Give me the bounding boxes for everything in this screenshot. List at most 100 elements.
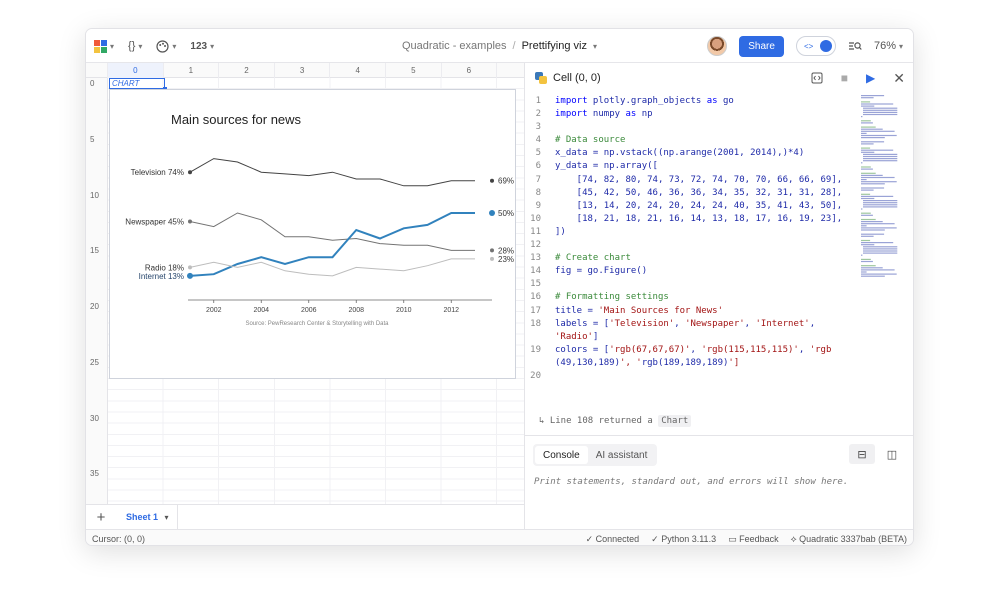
row-header[interactable]: 0: [86, 79, 108, 88]
row-header[interactable]: 15: [86, 246, 108, 255]
column-header[interactable]: 1: [164, 63, 220, 78]
tab-console[interactable]: Console: [535, 446, 588, 464]
code-line[interactable]: 12: [525, 239, 855, 252]
code-text[interactable]: 1 import plotly.graph_objects as go 2 impor…: [525, 95, 855, 383]
sheet-tab-label: Sheet 1: [126, 511, 159, 522]
minimap-line: [861, 141, 885, 143]
spreadsheet-grid[interactable]: 0123456 0 5 10 15 20 25 30 35 CHART Main source…: [86, 63, 524, 504]
code-line[interactable]: 2 import numpy as np: [525, 108, 855, 121]
minimap-line: [861, 267, 883, 269]
code-line[interactable]: 15: [525, 278, 855, 291]
snippets-icon[interactable]: [811, 72, 823, 84]
minimap-line: [861, 128, 883, 130]
chart-output[interactable]: Main sources for news Television 74% 69% N…: [109, 89, 516, 379]
code-minimap[interactable]: [861, 95, 905, 285]
code-line[interactable]: 3: [525, 121, 855, 134]
column-header[interactable]: 2: [219, 63, 275, 78]
column-header[interactable]: 5: [386, 63, 442, 78]
close-icon[interactable]: ✕: [893, 70, 905, 87]
file-path[interactable]: Quadratic - examples: [402, 40, 507, 52]
minimap-line: [861, 239, 871, 242]
feedback-link[interactable]: ▭ Feedback: [728, 530, 779, 545]
formula-menu-button[interactable]: {} ▾: [128, 40, 142, 52]
chevron-down-icon: ▾: [898, 41, 903, 51]
code-line[interactable]: 11]): [525, 226, 855, 239]
stop-icon[interactable]: ■: [841, 71, 848, 85]
row-header[interactable]: 25: [86, 358, 108, 367]
minimap-line: [863, 111, 898, 113]
column-header[interactable]: 3: [275, 63, 331, 78]
palette-icon: [156, 39, 169, 53]
line-number: 5: [535, 148, 541, 159]
code-line[interactable]: 6 y_data = np.array([: [525, 160, 855, 173]
chevron-down-icon[interactable]: ▾: [165, 513, 169, 522]
column-header[interactable]: 6: [442, 63, 498, 78]
row-header[interactable]: 20: [86, 302, 108, 311]
minimap-line: [861, 193, 871, 195]
code-line[interactable]: 7 [74, 82, 80, 74, 73, 72, 74, 70, 70, 6…: [525, 174, 855, 187]
line-number: 14: [530, 266, 541, 277]
code-line[interactable]: 19 colors = ['rgb(67,67,67)', 'rgb(115,11…: [525, 344, 855, 357]
add-sheet-button[interactable]: +: [86, 509, 116, 526]
row-header[interactable]: 30: [86, 414, 108, 423]
feedback-icon: ▭: [728, 534, 737, 544]
row-header[interactable]: 5: [86, 135, 108, 144]
code-line[interactable]: 17 title = 'Main Sources for News': [525, 305, 855, 318]
minimap-line: [861, 132, 867, 134]
format-menu-button[interactable]: ▾: [156, 39, 176, 53]
line-number: 1: [535, 96, 541, 106]
share-button[interactable]: Share: [739, 35, 784, 57]
minimap-line: [861, 126, 876, 128]
code-line[interactable]: 8 [45, 42, 50, 46, 36, 36, 34, 35, 32, 3…: [525, 187, 855, 200]
code-line[interactable]: 14 fig = go.Figure(): [525, 265, 855, 278]
code-line-text: (49,130,189)', 'rgb(189,189,189)']: [555, 357, 740, 368]
sheet-tab[interactable]: Sheet 1 ▾: [118, 504, 178, 530]
code-line[interactable]: 18 labels = ['Television', 'Newspaper', '…: [525, 318, 855, 331]
code-editor-toggle[interactable]: <>: [795, 36, 836, 56]
corner-cell[interactable]: [86, 63, 108, 78]
code-line[interactable]: 4 # Data source: [525, 134, 855, 147]
column-header[interactable]: 4: [330, 63, 386, 78]
code-line[interactable]: 5 x_data = np.vstack((np.arange(2001, 201…: [525, 147, 855, 160]
code-line[interactable]: 9 [13, 14, 20, 24, 20, 24, 24, 40, 35, 4…: [525, 200, 855, 213]
chevron-down-icon[interactable]: ▾: [593, 42, 597, 51]
code-line[interactable]: 'Radio']: [525, 331, 855, 344]
run-icon[interactable]: ▶: [866, 71, 875, 85]
number-format-button[interactable]: 123 ▾: [190, 41, 214, 52]
x-tick-label: 2010: [396, 307, 412, 314]
minimap-line: [861, 265, 876, 267]
layout-horizontal-icon[interactable]: ⊟: [849, 444, 875, 464]
avatar[interactable]: [707, 36, 728, 56]
tab-ai-assistant[interactable]: AI assistant: [588, 446, 656, 464]
line-number: 2: [535, 109, 541, 120]
line-number: 18: [530, 318, 541, 329]
console-tabs: Console AI assistant: [533, 444, 658, 466]
minimap-line: [861, 181, 897, 183]
row-header[interactable]: 35: [86, 469, 108, 478]
minimap-line: [861, 166, 871, 168]
main-menu-button[interactable]: ▾: [94, 39, 114, 53]
zoom-level: 76%: [873, 40, 896, 52]
series-start-label: Television 74%: [131, 168, 184, 177]
connection-status: ✓ Connected: [585, 534, 640, 544]
minimap-line: [861, 273, 897, 275]
row-header[interactable]: 10: [86, 191, 108, 200]
code-line[interactable]: 10 [18, 21, 18, 21, 16, 14, 13, 18, 17, …: [525, 213, 855, 226]
zoom-button[interactable]: 76% ▾: [874, 40, 903, 52]
layout-vertical-icon[interactable]: ◫: [879, 444, 905, 464]
minimap-line: [863, 252, 898, 254]
search-filter-icon[interactable]: [848, 40, 862, 52]
code-line-text: # Create chart: [555, 253, 631, 264]
code-line[interactable]: 13 # Create chart: [525, 252, 855, 265]
minimap-line: [861, 254, 863, 256]
code-braces-icon: {}: [128, 40, 136, 52]
console-message: Print statements, standard out, and erro…: [534, 477, 849, 487]
file-name[interactable]: Prettifying viz: [522, 40, 587, 52]
code-line[interactable]: 16 # Formatting settings: [525, 291, 855, 304]
code-line[interactable]: 20: [525, 370, 855, 383]
column-header[interactable]: 0: [108, 63, 164, 78]
code-line[interactable]: 1 import plotly.graph_objects as go: [525, 95, 855, 108]
code-line[interactable]: (49,130,189)', 'rgb(189,189,189)']: [525, 357, 855, 370]
minimap-line: [861, 197, 875, 200]
